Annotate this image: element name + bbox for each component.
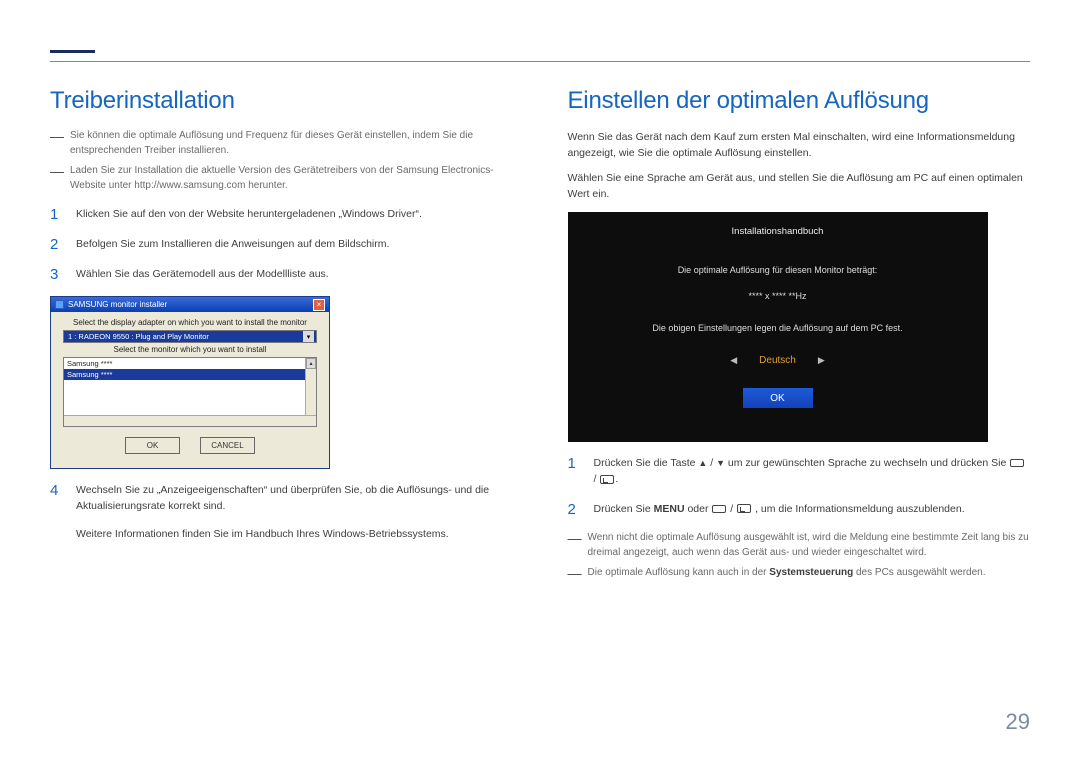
- osd-language-selector: ◀ Deutsch ▶: [588, 355, 968, 366]
- enter-icon: [737, 504, 751, 513]
- content-columns: Treiberinstallation ― Sie können die opt…: [50, 87, 1030, 587]
- page: Treiberinstallation ― Sie können die opt…: [0, 0, 1080, 763]
- step-number: 1: [568, 456, 582, 488]
- text-fragment: Die optimale Auflösung kann auch in der: [588, 567, 770, 578]
- installer-button-row: OK CANCEL: [57, 427, 323, 462]
- text-fragment: oder: [687, 503, 711, 515]
- step-1: 1 Klicken Sie auf den von der Website he…: [50, 207, 513, 223]
- text-fragment: Drücken Sie: [594, 503, 654, 515]
- installer-titlebar: SAMSUNG monitor installer ×: [51, 297, 329, 312]
- step-3: 3 Wählen Sie das Gerätemodell aus der Mo…: [50, 267, 513, 283]
- right-note-2: ― Die optimale Auflösung kann auch in de…: [568, 566, 1031, 581]
- enter-icon: [600, 475, 614, 484]
- step-number: 2: [50, 237, 64, 253]
- triangle-down-icon: ▼: [716, 457, 725, 471]
- installer-title: SAMSUNG monitor installer: [68, 300, 167, 309]
- close-icon[interactable]: ×: [313, 299, 325, 311]
- text-fragment: um zur gewünschten Sprache zu wechseln u…: [728, 457, 1009, 469]
- step-number: 1: [50, 207, 64, 223]
- step-text: Wechseln Sie zu „Anzeigeeigenschaften“ u…: [76, 483, 513, 542]
- step-text: Wählen Sie das Gerätemodell aus der Mode…: [76, 267, 513, 283]
- installer-body: Select the display adapter on which you …: [51, 312, 329, 468]
- step4-text: Wechseln Sie zu „Anzeigeeigenschaften“ u…: [76, 484, 489, 512]
- scroll-up-icon[interactable]: ▴: [306, 358, 316, 369]
- intro-paragraph-1: Wenn Sie das Gerät nach dem Kauf zum ers…: [568, 129, 1031, 162]
- dash-icon: ―: [568, 531, 582, 560]
- note-text: Wenn nicht die optimale Auflösung ausgew…: [588, 531, 1031, 560]
- right-note-1: ― Wenn nicht die optimale Auflösung ausg…: [568, 531, 1031, 560]
- list-item[interactable]: Samsung ****: [64, 358, 316, 369]
- osd-language-value: Deutsch: [759, 355, 796, 366]
- osd-screen: Installationshandbuch Die optimale Auflö…: [568, 212, 988, 442]
- right-column: Einstellen der optimalen Auflösung Wenn …: [568, 87, 1031, 587]
- text-fragment: Drücken Sie die Taste: [594, 457, 699, 469]
- adapter-combobox[interactable]: 1 : RADEON 9550 : Plug and Play Monitor …: [63, 330, 317, 343]
- installer-label-1: Select the display adapter on which you …: [57, 318, 323, 327]
- dash-icon: ―: [50, 129, 64, 158]
- triangle-right-icon[interactable]: ▶: [818, 355, 825, 366]
- chevron-down-icon[interactable]: ▾: [303, 331, 314, 342]
- step-text: Drücken Sie MENU oder / , um die Informa…: [594, 502, 1031, 518]
- right-step-2: 2 Drücken Sie MENU oder / , um die Infor…: [568, 502, 1031, 518]
- left-title: Treiberinstallation: [50, 87, 513, 115]
- step-number: 2: [568, 502, 582, 518]
- header-accent-bar: [50, 50, 95, 53]
- step-number: 3: [50, 267, 64, 283]
- step-text: Drücken Sie die Taste ▲ / ▼ um zur gewün…: [594, 456, 1031, 488]
- triangle-left-icon[interactable]: ◀: [730, 355, 737, 366]
- step-2: 2 Befolgen Sie zum Installieren die Anwe…: [50, 237, 513, 253]
- scrollbar-horizontal[interactable]: [64, 415, 316, 426]
- left-note-1: ― Sie können die optimale Auflösung und …: [50, 129, 513, 158]
- right-step-1: 1 Drücken Sie die Taste ▲ / ▼ um zur gew…: [568, 456, 1031, 488]
- button-icon: [1010, 459, 1024, 467]
- menu-label: MENU: [654, 503, 685, 515]
- installer-label-2: Select the monitor which you want to ins…: [57, 345, 323, 354]
- note-text: Die optimale Auflösung kann auch in der …: [588, 566, 1031, 581]
- osd-line-2: Die obigen Einstellungen legen die Auflö…: [588, 323, 968, 333]
- osd-title: Installationshandbuch: [588, 226, 968, 237]
- right-title: Einstellen der optimalen Auflösung: [568, 87, 1031, 115]
- left-column: Treiberinstallation ― Sie können die opt…: [50, 87, 513, 587]
- dash-icon: ―: [568, 566, 582, 581]
- bold-term: Systemsteuerung: [769, 567, 853, 578]
- step4-extra: Weitere Informationen finden Sie im Hand…: [76, 527, 513, 543]
- left-note-2: ― Laden Sie zur Installation die aktuell…: [50, 164, 513, 193]
- dash-icon: ―: [50, 164, 64, 193]
- note-text: Laden Sie zur Installation die aktuelle …: [70, 164, 513, 193]
- step-text: Klicken Sie auf den von der Website heru…: [76, 207, 513, 223]
- ok-button[interactable]: OK: [125, 437, 180, 454]
- step-number: 4: [50, 483, 64, 542]
- osd-line-1: Die optimale Auflösung für diesen Monito…: [588, 265, 968, 275]
- cancel-button[interactable]: CANCEL: [200, 437, 255, 454]
- app-icon: [55, 300, 64, 309]
- combo-value: 1 : RADEON 9550 : Plug and Play Monitor: [68, 332, 209, 341]
- intro-paragraph-2: Wählen Sie eine Sprache am Gerät aus, un…: [568, 170, 1031, 203]
- step-4: 4 Wechseln Sie zu „Anzeigeeigenschaften“…: [50, 483, 513, 542]
- page-number: 29: [1006, 709, 1030, 735]
- text-fragment: des PCs ausgewählt werden.: [853, 567, 985, 578]
- note-text: Sie können die optimale Auflösung und Fr…: [70, 129, 513, 158]
- osd-ok-button[interactable]: OK: [743, 388, 813, 408]
- header-divider: [50, 61, 1030, 62]
- osd-resolution-spec: **** x **** **Hz: [588, 291, 968, 301]
- step-text: Befolgen Sie zum Installieren die Anweis…: [76, 237, 513, 253]
- triangle-up-icon: ▲: [698, 457, 707, 471]
- text-fragment: , um die Informationsmeldung auszublende…: [755, 503, 965, 515]
- monitor-listbox[interactable]: Samsung **** Samsung **** ▴: [63, 357, 317, 427]
- installer-window: SAMSUNG monitor installer × Select the d…: [50, 296, 330, 469]
- button-icon: [712, 505, 726, 513]
- list-item[interactable]: Samsung ****: [64, 369, 316, 380]
